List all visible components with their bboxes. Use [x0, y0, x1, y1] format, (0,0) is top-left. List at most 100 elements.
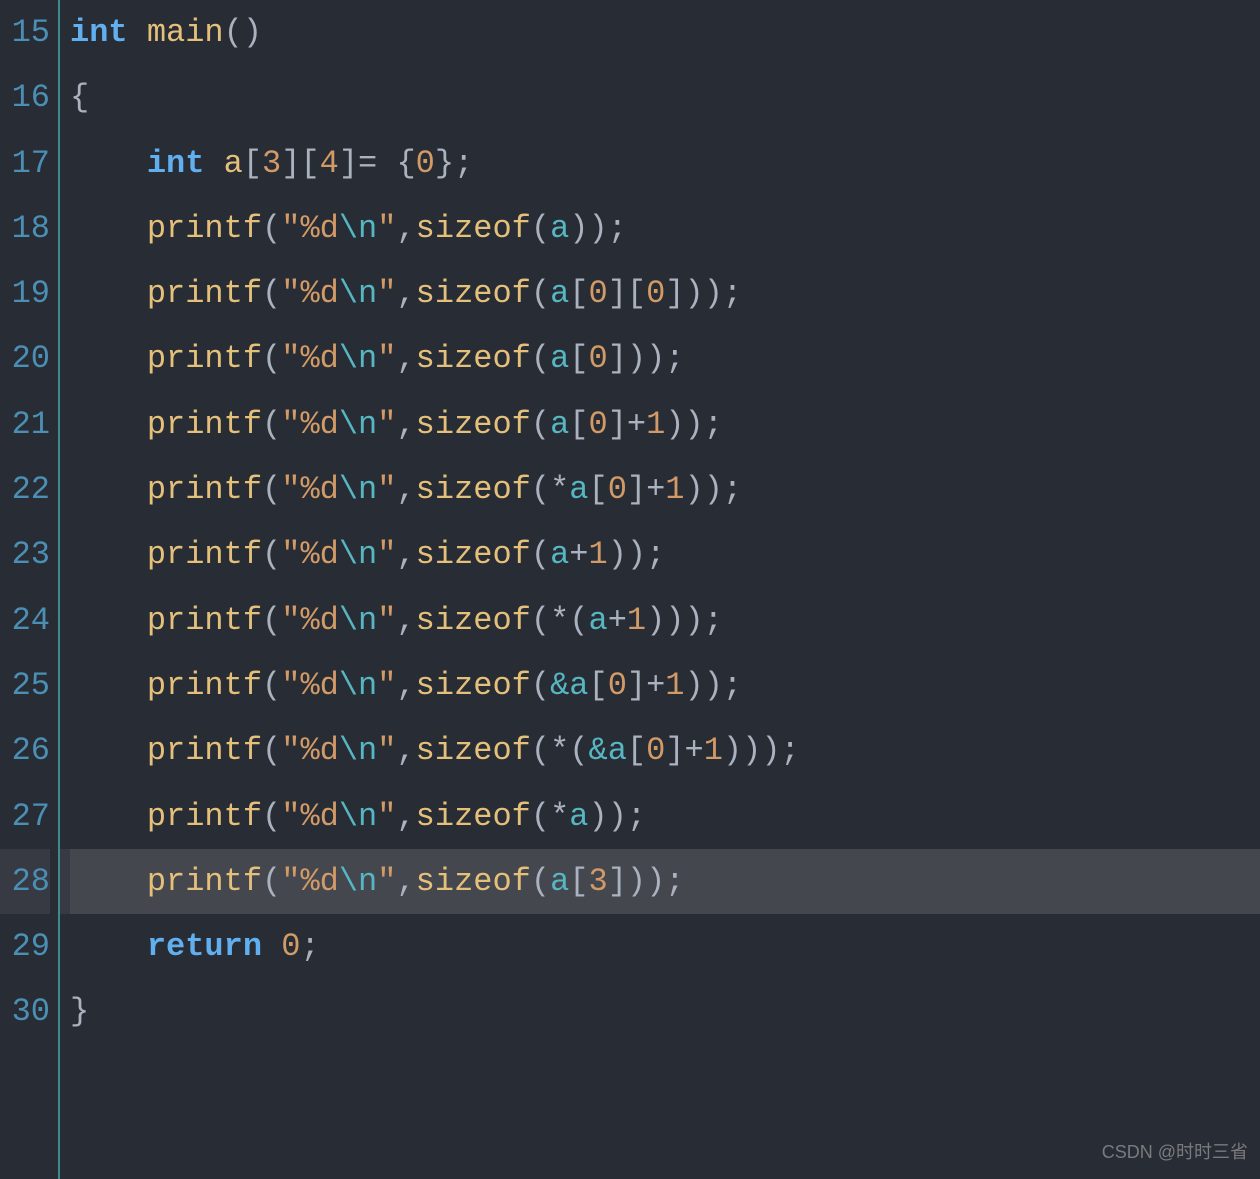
code-token: a	[588, 602, 607, 639]
code-token: "%d	[281, 602, 339, 639]
code-token: [	[588, 667, 607, 704]
line-number: 27	[0, 784, 50, 849]
code-token: "	[377, 667, 396, 704]
code-token: +	[685, 732, 704, 769]
code-line[interactable]: int a[3][4]= {0};	[70, 131, 1260, 196]
code-token: "	[377, 406, 396, 443]
code-token: \n	[339, 406, 377, 443]
code-token: main	[147, 14, 224, 51]
code-token: printf	[147, 602, 262, 639]
code-line[interactable]: int main()	[70, 0, 1260, 65]
code-area[interactable]: int main(){ int a[3][4]= {0}; printf("%d…	[60, 0, 1260, 1179]
code-token: "	[377, 732, 396, 769]
code-token: "	[377, 863, 396, 900]
code-token: 0	[646, 275, 665, 312]
code-token: printf	[147, 275, 262, 312]
code-token: (	[262, 863, 281, 900]
code-token: &	[550, 667, 569, 704]
code-token: 3	[262, 145, 281, 182]
code-token: a	[608, 732, 627, 769]
code-token: a	[550, 275, 569, 312]
code-token: 0	[608, 471, 627, 508]
code-token: 0	[416, 145, 435, 182]
code-token	[70, 340, 147, 377]
code-line[interactable]: printf("%d\n",sizeof(*(a+1)));	[70, 588, 1260, 653]
code-token: (	[262, 732, 281, 769]
code-token	[70, 275, 147, 312]
code-line[interactable]: printf("%d\n",sizeof(a[0]+1));	[70, 392, 1260, 457]
code-token: \n	[339, 536, 377, 573]
code-token: printf	[147, 863, 262, 900]
code-token: printf	[147, 406, 262, 443]
code-token: (	[531, 667, 550, 704]
code-line[interactable]: printf("%d\n",sizeof(a[3]));	[70, 849, 1260, 914]
line-number: 22	[0, 457, 50, 522]
code-line[interactable]: }	[70, 979, 1260, 1044]
code-token: a	[550, 536, 569, 573]
code-token: ]	[627, 667, 646, 704]
code-token: 0	[608, 667, 627, 704]
code-token: [	[569, 340, 588, 377]
code-token: ,	[396, 798, 415, 835]
code-line[interactable]: printf("%d\n",sizeof(a[0][0]));	[70, 261, 1260, 326]
code-token: {	[70, 79, 89, 116]
line-number: 20	[0, 326, 50, 391]
code-token: 0	[588, 340, 607, 377]
code-token: "%d	[281, 732, 339, 769]
code-line[interactable]: printf("%d\n",sizeof(*(&a[0]+1)));	[70, 718, 1260, 783]
code-token: "	[377, 340, 396, 377]
code-token: ;	[723, 275, 742, 312]
code-line[interactable]: printf("%d\n",sizeof(a[0]));	[70, 326, 1260, 391]
code-token: printf	[147, 667, 262, 704]
code-token: "%d	[281, 406, 339, 443]
code-line[interactable]: return 0;	[70, 914, 1260, 979]
code-token: a	[550, 863, 569, 900]
code-token	[70, 732, 147, 769]
code-token: "%d	[281, 275, 339, 312]
code-token: printf	[147, 798, 262, 835]
code-token: ]))	[665, 275, 723, 312]
code-token: ]	[339, 145, 358, 182]
code-token: (	[531, 536, 550, 573]
code-line[interactable]: printf("%d\n",sizeof(&a[0]+1));	[70, 653, 1260, 718]
code-token: sizeof	[416, 667, 531, 704]
code-token: "	[377, 602, 396, 639]
line-number: 15	[0, 0, 50, 65]
code-token: (	[262, 406, 281, 443]
code-token: (	[531, 406, 550, 443]
code-token: [	[569, 863, 588, 900]
code-token: int	[70, 14, 128, 51]
code-token: "	[377, 210, 396, 247]
code-token: (*(	[531, 602, 589, 639]
code-token: ;	[781, 732, 800, 769]
code-token: \n	[339, 471, 377, 508]
code-token: ]	[608, 406, 627, 443]
code-token: (*	[531, 471, 569, 508]
code-token: sizeof	[416, 471, 531, 508]
code-token: 0	[588, 406, 607, 443]
code-line[interactable]: printf("%d\n",sizeof(a));	[70, 196, 1260, 261]
code-line[interactable]: printf("%d\n",sizeof(*a[0]+1));	[70, 457, 1260, 522]
line-number: 16	[0, 65, 50, 130]
code-token: "%d	[281, 210, 339, 247]
code-token: ))	[685, 471, 723, 508]
code-token: "	[377, 275, 396, 312]
code-line[interactable]: printf("%d\n",sizeof(a+1));	[70, 522, 1260, 587]
code-token: }	[70, 993, 89, 1030]
code-token: ;	[704, 406, 723, 443]
code-token: 1	[627, 602, 646, 639]
code-token: \n	[339, 340, 377, 377]
code-token: +	[627, 406, 646, 443]
code-line[interactable]: {	[70, 65, 1260, 130]
code-line[interactable]: printf("%d\n",sizeof(*a));	[70, 784, 1260, 849]
code-token	[70, 798, 147, 835]
code-token: "%d	[281, 667, 339, 704]
code-token: +	[646, 471, 665, 508]
code-token: }	[435, 145, 454, 182]
code-token: (	[262, 798, 281, 835]
code-token: a	[569, 471, 588, 508]
code-token: ;	[723, 471, 742, 508]
code-editor[interactable]: 15161718192021222324252627282930 int mai…	[0, 0, 1260, 1179]
code-token: ))	[608, 536, 646, 573]
code-token: ;	[704, 602, 723, 639]
